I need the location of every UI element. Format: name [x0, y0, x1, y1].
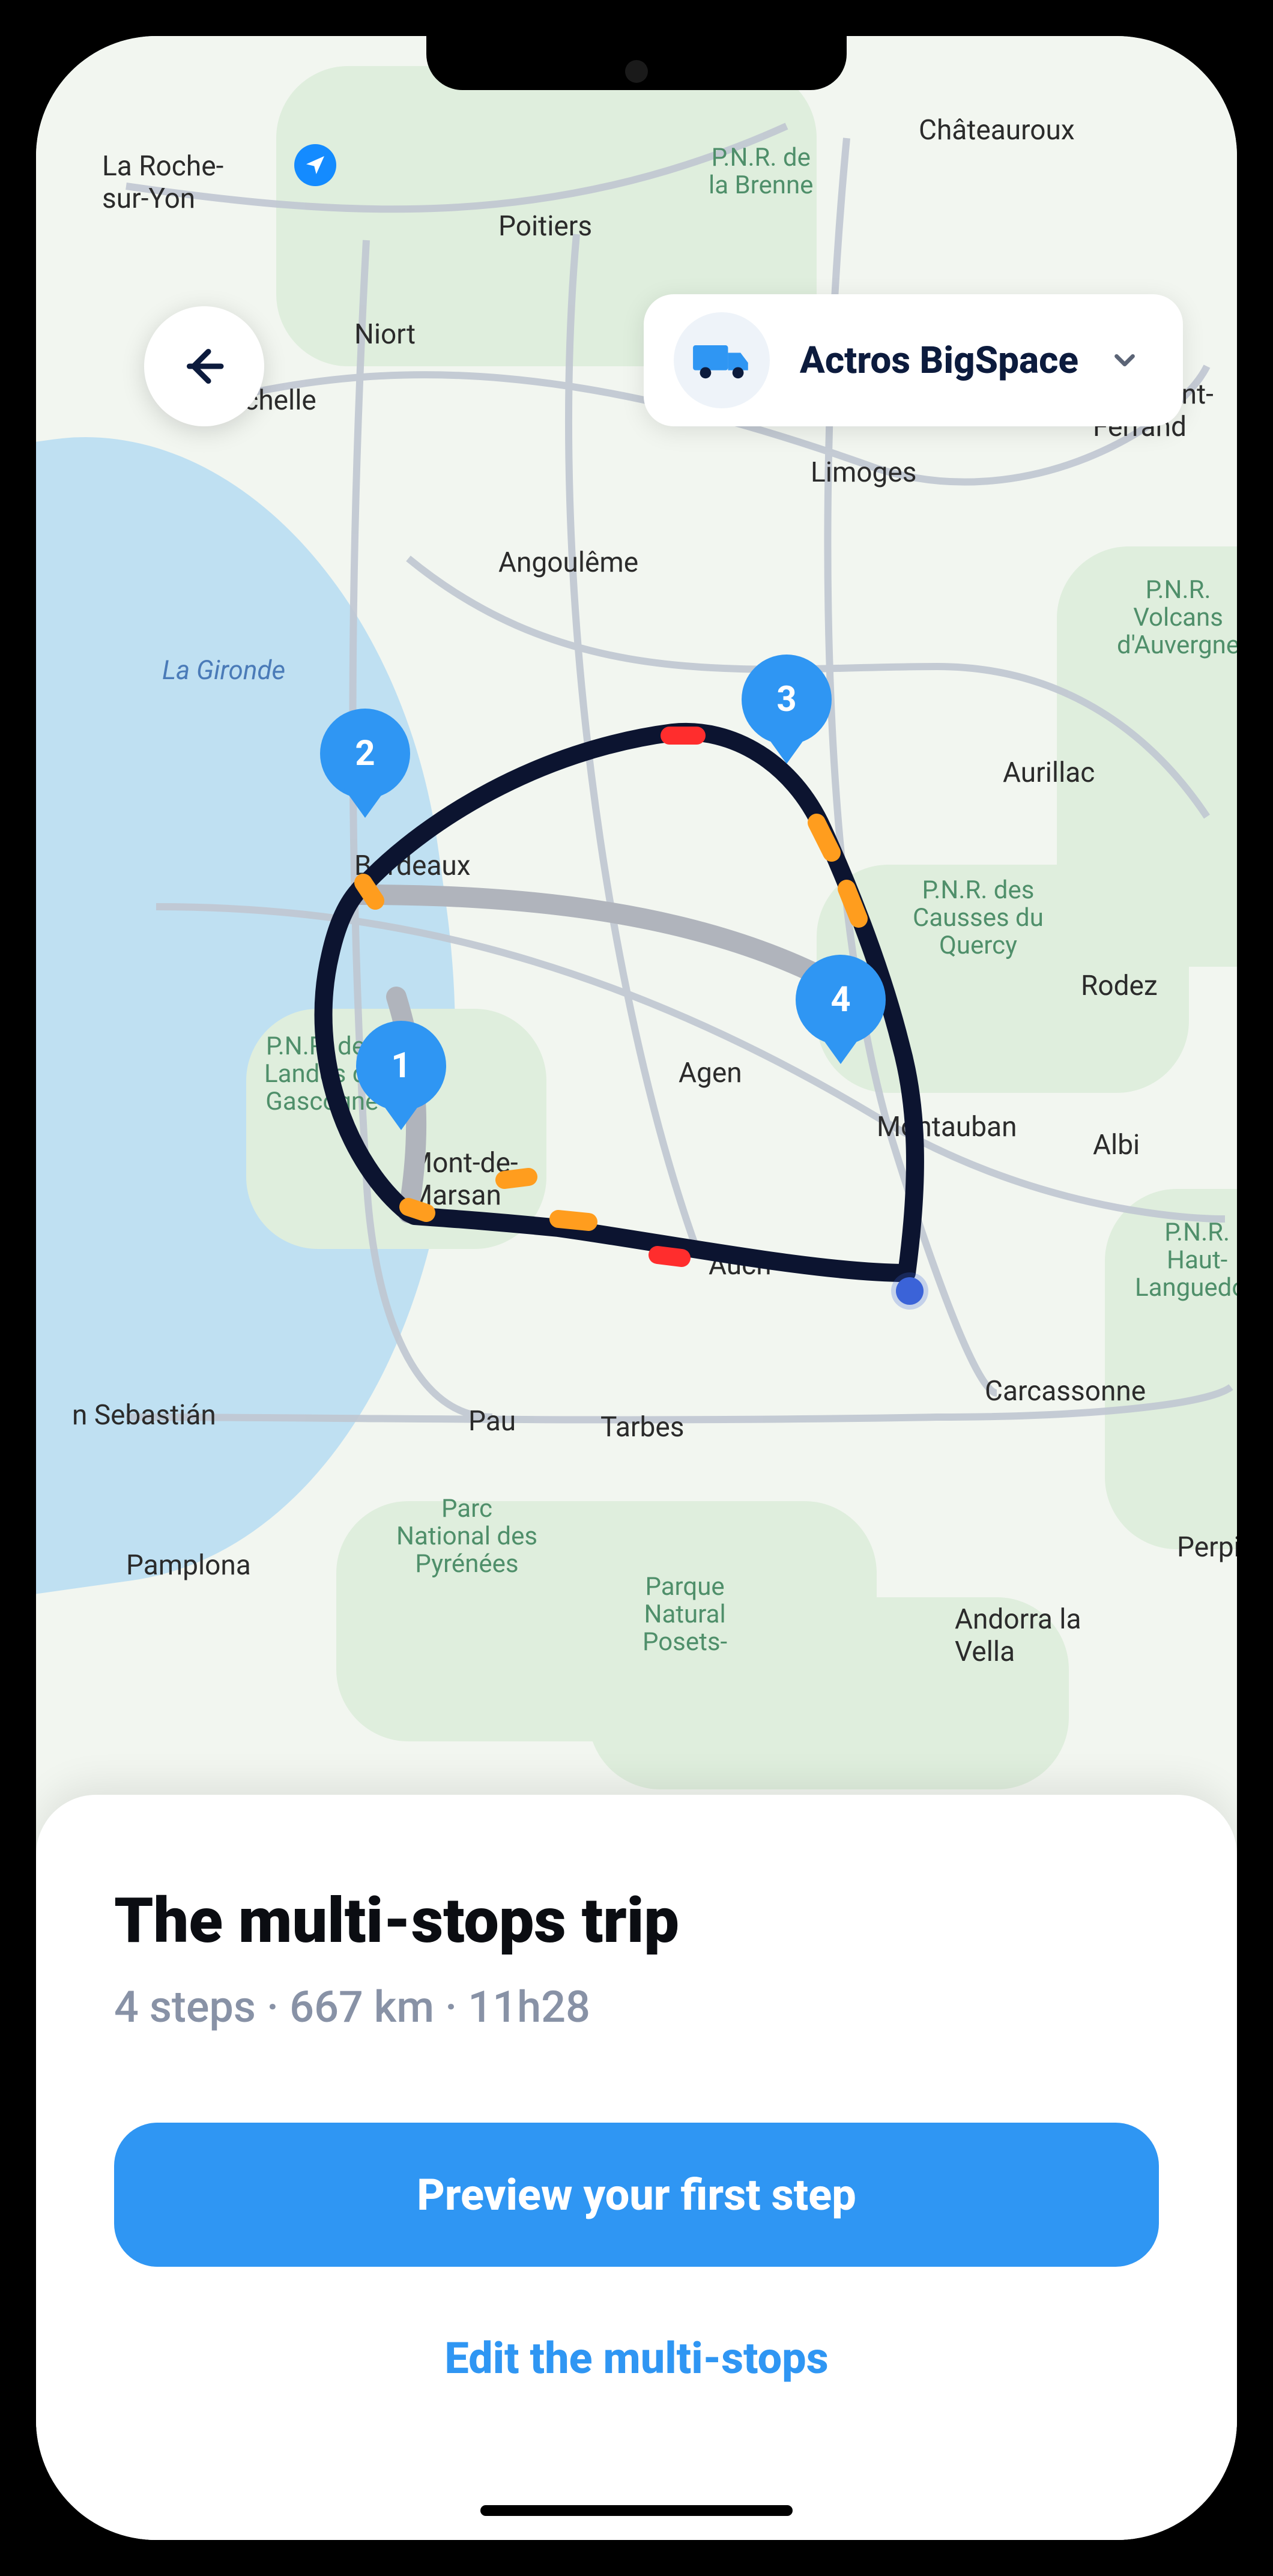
city-label: Rodez — [1081, 970, 1158, 1002]
city-label: Limoges — [811, 456, 917, 489]
preview-first-step-button[interactable]: Preview your first step — [114, 2123, 1159, 2267]
city-label: Bordeaux — [354, 850, 471, 882]
park-label: P.N.R. des Causses du Quercy — [913, 877, 1044, 960]
city-label: Pau — [468, 1405, 516, 1438]
route-end-dot — [896, 1277, 924, 1305]
city-label: La Roche- sur-Yon — [102, 150, 223, 215]
locate-me-button[interactable] — [294, 144, 336, 186]
city-label: Albi — [1093, 1129, 1140, 1161]
park-label: Parque Natural Posets- — [643, 1573, 727, 1657]
edit-multi-stops-link[interactable]: Edit the multi-stops — [114, 2333, 1159, 2384]
vehicle-selector[interactable]: Actros BigSpace — [644, 294, 1183, 426]
waypoint-pin-3[interactable]: 3 — [742, 655, 832, 745]
screen: La Gironde La Roche- sur-Yon Châteauroux P… — [36, 36, 1237, 2540]
phone-frame: La Gironde La Roche- sur-Yon Châteauroux P… — [0, 0, 1273, 2576]
city-label: Châteauroux — [919, 114, 1075, 147]
edit-link-label: Edit the multi-stops — [444, 2333, 828, 2384]
home-indicator — [480, 2505, 793, 2516]
waypoint-pin-2[interactable]: 2 — [320, 709, 410, 799]
sea-label: La Gironde — [162, 655, 285, 686]
vehicle-name: Actros BigSpace — [800, 339, 1078, 382]
waypoint-pin-1[interactable]: 1 — [356, 1021, 446, 1111]
city-label: Tarbes — [600, 1411, 684, 1444]
city-label: Aurillac — [1003, 757, 1095, 789]
preview-button-label: Preview your first step — [417, 2169, 856, 2221]
city-label: Auch — [709, 1249, 772, 1281]
arrow-left-icon — [179, 341, 229, 392]
truck-icon — [674, 312, 770, 408]
trip-duration: 11h28 — [468, 1982, 590, 2033]
park-label: P.N.R. Volcans d'Auvergne — [1117, 576, 1237, 660]
city-label: Mont-de- Marsan — [408, 1147, 518, 1212]
city-label: Perpi — [1177, 1531, 1237, 1564]
trip-steps-count: 4 steps — [114, 1982, 256, 2033]
city-label: Agen — [679, 1057, 742, 1089]
city-label: Pamplona — [126, 1549, 251, 1582]
trip-title: The multi-stops trip — [114, 1885, 1159, 1958]
city-label: Poitiers — [498, 210, 592, 243]
city-label: Angoulême — [498, 546, 638, 579]
trip-summary-line: 4 steps · 667 km · 11h28 — [114, 1982, 1159, 2033]
city-label: Carcassonne — [985, 1375, 1146, 1407]
trip-distance: 667 km — [289, 1982, 434, 2033]
waypoint-pin-4[interactable]: 4 — [796, 955, 886, 1045]
city-label: Niort — [354, 318, 416, 351]
device-notch — [426, 36, 847, 90]
park-label: Parc National des Pyrénées — [396, 1495, 537, 1579]
chevron-down-icon — [1108, 344, 1141, 376]
back-button[interactable] — [144, 306, 264, 426]
park-label: P.N.R. Haut- Languedoc — [1135, 1219, 1237, 1302]
city-label: Montauban — [877, 1111, 1017, 1143]
city-label: n Sebastián — [72, 1399, 216, 1432]
location-arrow-icon — [303, 153, 327, 177]
park-label: P.N.R. de la Brenne — [709, 144, 813, 199]
city-label: Andorra la Vella — [955, 1603, 1081, 1668]
trip-summary-sheet: The multi-stops trip 4 steps · 667 km · … — [36, 1795, 1237, 2540]
